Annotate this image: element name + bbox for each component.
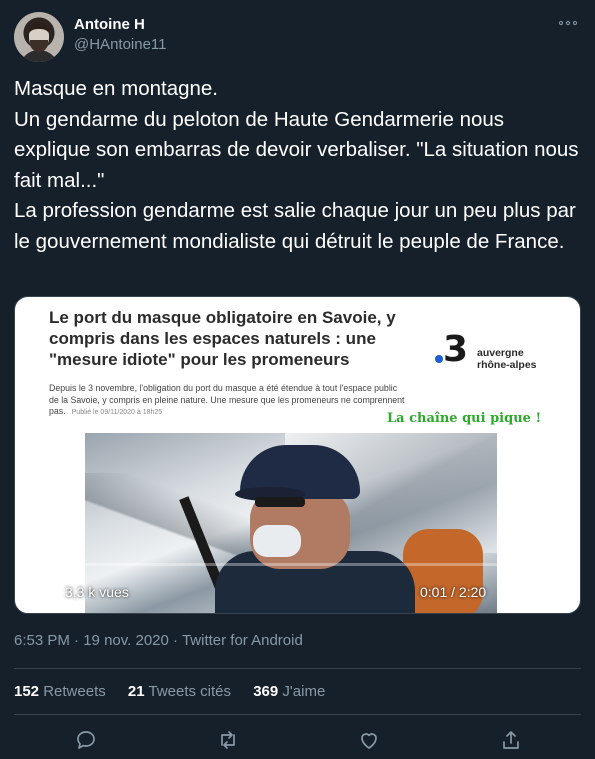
retweets-stat[interactable]: 152 Retweets bbox=[14, 683, 106, 700]
play-icon[interactable] bbox=[33, 584, 47, 602]
video-time: 0:01 / 2:20 bbox=[420, 584, 487, 600]
publish-date: Publié le 09/11/2020 à 18h25 bbox=[71, 409, 163, 416]
article-headline: Le port du masque obligatoire en Savoie,… bbox=[49, 308, 396, 369]
like-icon[interactable] bbox=[357, 728, 381, 752]
quotes-stat[interactable]: 21 Tweets cités bbox=[128, 683, 231, 700]
reply-icon[interactable] bbox=[74, 728, 98, 752]
divider bbox=[14, 668, 581, 669]
tweet-source[interactable]: Twitter for Android bbox=[182, 632, 303, 649]
tagline: La chaîne qui pique ! bbox=[387, 411, 542, 426]
author-handle[interactable]: @HAntoine11 bbox=[74, 36, 167, 53]
tweet-meta: 6:53 PM · 19 nov. 2020 · Twitter for And… bbox=[14, 632, 303, 649]
view-count: 3,3 k vues bbox=[65, 584, 129, 600]
more-icon[interactable] bbox=[559, 14, 579, 30]
tweet-time[interactable]: 6:53 PM bbox=[14, 632, 70, 649]
article-description: Depuis le 3 novembre, l'obligation du po… bbox=[49, 383, 405, 416]
france3-logo: 3 bbox=[435, 329, 469, 370]
author-name[interactable]: Antoine H bbox=[74, 16, 145, 33]
share-icon[interactable] bbox=[499, 728, 523, 752]
volume-icon[interactable] bbox=[507, 583, 529, 605]
tweet-text: Masque en montagne. Un gendarme du pelot… bbox=[14, 77, 579, 253]
tweet-header: Antoine H @HAntoine11 bbox=[14, 12, 581, 62]
divider bbox=[14, 714, 581, 715]
tweet-stats: 152 Retweets 21 Tweets cités 369 J'aime bbox=[14, 683, 343, 700]
action-bar bbox=[14, 728, 581, 754]
video-player[interactable]: Le port du masque obligatoire en Savoie,… bbox=[14, 296, 581, 614]
channel-region: auvergne rhône-alpes bbox=[477, 347, 537, 371]
fullscreen-icon[interactable] bbox=[545, 583, 567, 605]
avatar[interactable] bbox=[14, 12, 64, 62]
video-progress-bar[interactable] bbox=[35, 563, 565, 566]
retweet-icon[interactable] bbox=[216, 728, 240, 752]
likes-stat[interactable]: 369 J'aime bbox=[253, 683, 325, 700]
tweet-date[interactable]: 19 nov. 2020 bbox=[83, 632, 169, 649]
